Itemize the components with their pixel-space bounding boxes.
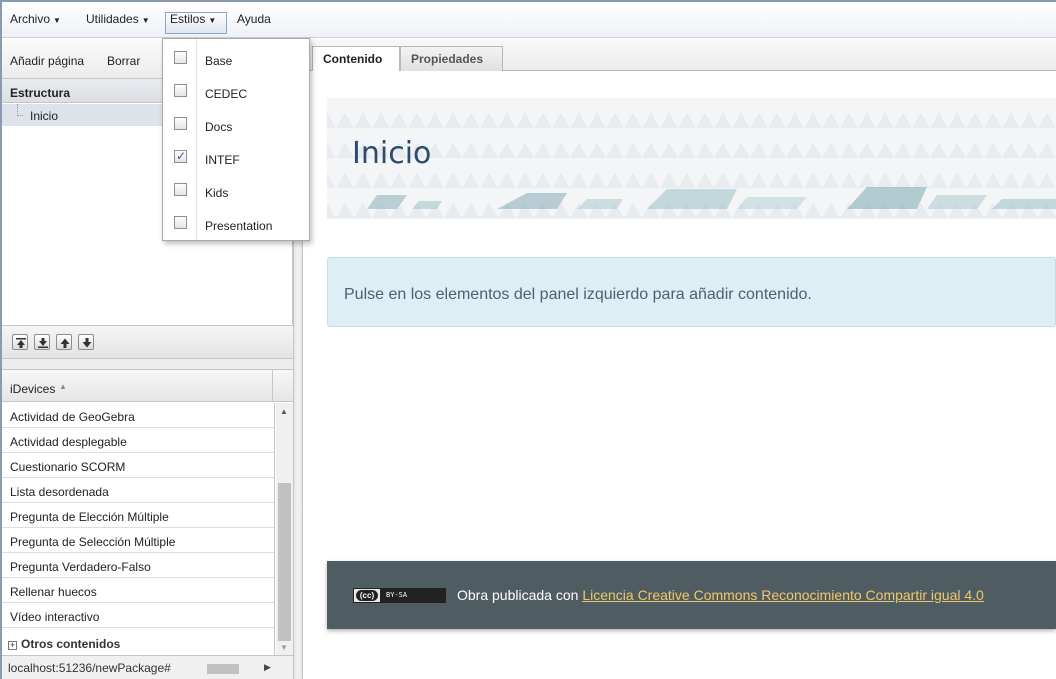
idevices-scrollbar[interactable]: ▲ ▼ bbox=[276, 403, 293, 655]
move-up-icon[interactable] bbox=[56, 334, 72, 350]
status-bar: localhost:51236/newPackage# ▶ bbox=[2, 655, 293, 679]
list-item[interactable]: Pregunta de Selección Múltiple bbox=[2, 528, 274, 553]
status-url: localhost:51236/newPackage# bbox=[8, 661, 171, 675]
tab-contenido[interactable]: Contenido bbox=[312, 46, 400, 71]
checkmark-icon: ✓ bbox=[176, 149, 187, 163]
idevices-list: Actividad de GeoGebra Actividad desplega… bbox=[2, 403, 275, 655]
list-item[interactable]: Pregunta Verdadero-Falso bbox=[2, 553, 274, 578]
chevron-down-icon: ▼ bbox=[141, 16, 150, 25]
license-link[interactable]: Licencia Creative Commons Reconocimiento… bbox=[582, 587, 984, 603]
style-option-docs[interactable]: Docs bbox=[163, 110, 309, 143]
move-bottom-icon[interactable] bbox=[34, 334, 50, 350]
page-header-banner: Inicio bbox=[327, 98, 1056, 219]
list-item[interactable]: Actividad desplegable bbox=[2, 428, 274, 453]
checkbox-checked[interactable]: ✓ bbox=[174, 149, 187, 163]
license-prefix: Obra publicada con bbox=[457, 587, 583, 603]
horizontal-splitter[interactable] bbox=[2, 359, 293, 370]
by-sa-label: BY-SA bbox=[380, 589, 445, 602]
cc-license-badge: (cc) BY-SA bbox=[353, 588, 446, 603]
menubar: Archivo ▼ Utilidades ▼ Estilos ▼ Ayuda bbox=[2, 2, 1056, 38]
banner-decoration bbox=[327, 187, 1056, 209]
scroll-down-icon[interactable]: ▼ bbox=[280, 643, 288, 652]
list-item[interactable]: Cuestionario SCORM bbox=[2, 453, 274, 478]
content-area: Inicio Pulse en los elementos del panel … bbox=[303, 71, 1056, 679]
tab-propiedades[interactable]: Propiedades bbox=[400, 46, 503, 71]
style-option-base[interactable]: Base bbox=[163, 44, 309, 77]
style-label: INTEF bbox=[205, 153, 240, 167]
menu-archivo[interactable]: Archivo ▼ bbox=[10, 12, 61, 26]
menu-utilidades[interactable]: Utilidades ▼ bbox=[86, 12, 150, 26]
scroll-thumb[interactable] bbox=[278, 483, 291, 641]
style-option-intef[interactable]: ✓ INTEF bbox=[163, 143, 309, 176]
info-message: Pulse en los elementos del panel izquier… bbox=[327, 257, 1056, 327]
menu-utilidades-label: Utilidades bbox=[86, 12, 139, 26]
list-item[interactable]: Rellenar huecos bbox=[2, 578, 274, 603]
move-down-icon[interactable] bbox=[78, 334, 94, 350]
group-label: Otros contenidos bbox=[21, 637, 121, 651]
tree-line bbox=[17, 104, 23, 116]
info-text: Pulse en los elementos del panel izquier… bbox=[344, 286, 812, 303]
checkbox[interactable] bbox=[174, 84, 187, 97]
add-page-button[interactable]: Añadir página bbox=[10, 54, 84, 68]
idevices-header[interactable]: iDevices ▲ bbox=[2, 370, 293, 402]
checkbox[interactable] bbox=[174, 117, 187, 130]
expand-plus-icon[interactable]: + bbox=[8, 641, 17, 650]
style-label: Docs bbox=[205, 120, 233, 134]
sort-asc-icon: ▲ bbox=[59, 382, 67, 391]
tree-node-label: Inicio bbox=[30, 109, 59, 123]
list-item[interactable]: Vídeo interactivo bbox=[2, 603, 274, 628]
license-footer: (cc) BY-SA Obra publicada con Licencia C… bbox=[327, 561, 1056, 629]
cc-logo-icon: (cc) bbox=[356, 590, 378, 601]
move-buttons-bar bbox=[2, 325, 293, 359]
idevices-title: iDevices bbox=[10, 382, 56, 396]
list-item[interactable]: Actividad de GeoGebra bbox=[2, 403, 274, 428]
style-option-presentation[interactable]: Presentation bbox=[163, 209, 309, 242]
menu-ayuda[interactable]: Ayuda bbox=[237, 12, 271, 26]
style-label: Presentation bbox=[205, 219, 273, 233]
style-label: Base bbox=[205, 54, 233, 68]
scroll-up-icon[interactable]: ▲ bbox=[280, 407, 288, 416]
delete-page-button[interactable]: Borrar bbox=[107, 54, 140, 68]
style-option-cedec[interactable]: CEDEC bbox=[163, 77, 309, 110]
styles-dropdown-menu: Base CEDEC Docs ✓ INTEF Kids Presentatio… bbox=[162, 38, 310, 241]
checkbox[interactable] bbox=[174, 216, 187, 229]
move-top-icon[interactable] bbox=[12, 334, 28, 350]
license-text: Obra publicada con Licencia Creative Com… bbox=[457, 587, 984, 603]
menu-archivo-label: Archivo bbox=[10, 12, 51, 26]
tabs-bar: Contenido Propiedades bbox=[303, 39, 1056, 71]
horizontal-scroll-thumb[interactable] bbox=[207, 664, 239, 674]
menu-estilos[interactable]: Estilos ▼ bbox=[170, 12, 216, 26]
menu-estilos-label: Estilos bbox=[170, 12, 206, 26]
checkbox[interactable] bbox=[174, 183, 187, 196]
style-label: Kids bbox=[205, 186, 229, 200]
list-item[interactable]: Lista desordenada bbox=[2, 478, 274, 503]
idevices-group-otros[interactable]: + Otros contenidos bbox=[2, 633, 274, 655]
page-title: Inicio bbox=[352, 136, 432, 171]
style-option-kids[interactable]: Kids bbox=[163, 176, 309, 209]
list-item[interactable]: Pregunta de Elección Múltiple bbox=[2, 503, 274, 528]
checkbox[interactable] bbox=[174, 51, 187, 64]
column-separator bbox=[272, 370, 273, 402]
scroll-right-icon[interactable]: ▶ bbox=[264, 662, 271, 673]
style-label: CEDEC bbox=[205, 87, 248, 101]
chevron-down-icon: ▼ bbox=[53, 16, 61, 25]
chevron-down-icon: ▼ bbox=[208, 16, 217, 25]
